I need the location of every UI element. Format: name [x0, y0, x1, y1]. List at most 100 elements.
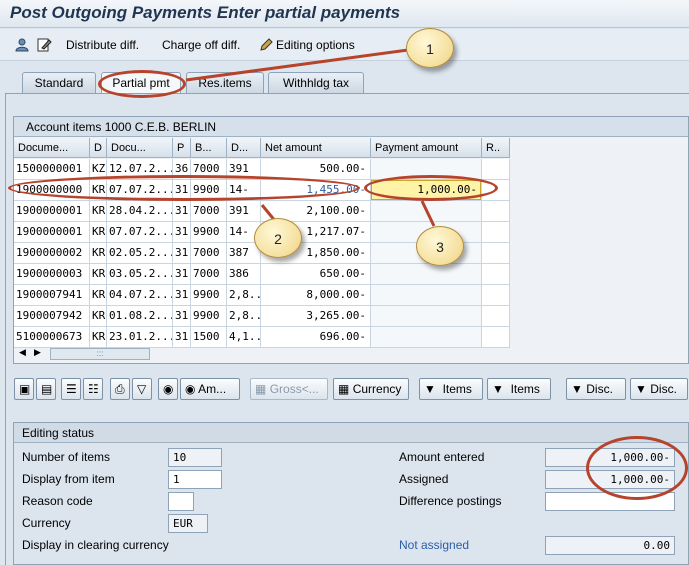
reason-code-label: Reason code: [22, 494, 93, 508]
document-cell: 1900007942: [14, 306, 90, 327]
tab-withhldg-tax[interactable]: Withhldg tax: [268, 72, 364, 94]
items-deselect-label: Items: [510, 382, 540, 396]
posting-key-cell: 31: [173, 222, 191, 243]
deselect-icon: ▤: [41, 382, 53, 396]
reason-cell: [482, 159, 510, 180]
scroll-thumb[interactable]: :::: [50, 348, 150, 360]
document-cell: 1900000001: [14, 201, 90, 222]
col-header-payment-amount[interactable]: Payment amount: [371, 138, 482, 158]
funnel-icon: ▼: [571, 382, 583, 396]
amount-sort-label: Am...: [198, 382, 227, 396]
callout-1: 1: [406, 28, 454, 68]
doc-date-cell: 03.05.2...: [107, 264, 173, 285]
deselect-all-button[interactable]: ▤: [36, 378, 56, 400]
binoculars-icon: ◉: [163, 382, 174, 396]
col-header-business-area[interactable]: B...: [191, 138, 227, 158]
doc-date-cell: 07.07.2...: [107, 222, 173, 243]
items-deselect-button[interactable]: ▼ Items: [487, 378, 551, 400]
currency-button[interactable]: ▦ Currency: [333, 378, 409, 400]
table-row[interactable]: 1900007942KR01.08.2...3199002,8...3,265.…: [14, 306, 510, 327]
assigned-label: Assigned: [399, 472, 449, 486]
posting-key-cell: 31: [173, 285, 191, 306]
document-cell: 1900000003: [14, 264, 90, 285]
amount-entered-label: Amount entered: [399, 450, 485, 464]
col-header-document[interactable]: Docume...: [14, 138, 90, 158]
gross-button[interactable]: ▦ Gross<...: [250, 378, 328, 400]
payment-amount-cell[interactable]: [371, 264, 482, 285]
reason-cell: [482, 306, 510, 327]
table-row[interactable]: 1900000003 KR 03.05.2... 31 7000 386 650.00-: [14, 264, 510, 285]
annotation-oval-amount-fields: [586, 436, 688, 500]
col-header-doc-date[interactable]: Docu...: [107, 138, 173, 158]
currency-field: EUR: [168, 514, 208, 533]
reason-cell: [482, 243, 510, 264]
reason-cell: [482, 327, 510, 348]
business-area-cell: 7000: [191, 201, 227, 222]
days-cell: 4,1...: [227, 327, 261, 348]
net-amount-cell: 696.00-: [261, 327, 371, 348]
currency-label: Currency: [22, 516, 71, 530]
items-select-button[interactable]: ▼ Items: [419, 378, 483, 400]
horizontal-scrollbar[interactable]: ◀ ▶ :::: [14, 347, 164, 361]
display-from-item-input[interactable]: 1: [168, 470, 222, 489]
title-bar: Post Outgoing Payments Enter partial pay…: [0, 0, 689, 28]
col-header-reason[interactable]: R..: [482, 138, 510, 158]
amount-sort-button[interactable]: ◉ Am...: [180, 378, 240, 400]
table-row[interactable]: 5100000673KR23.01.2...3115004,1...696.00…: [14, 327, 510, 348]
tab-res-items[interactable]: Res.items: [186, 72, 264, 94]
tab-standard[interactable]: Standard: [22, 72, 96, 94]
disc-select-label: Disc.: [586, 382, 613, 396]
days-cell: 2,8...: [227, 306, 261, 327]
pencil-icon: [260, 38, 273, 51]
doc-date-cell: 04.07.2...: [107, 285, 173, 306]
payment-amount-cell[interactable]: [371, 201, 482, 222]
payment-amount-cell[interactable]: [371, 327, 482, 348]
business-area-cell: 9900: [191, 306, 227, 327]
col-header-net-amount[interactable]: Net amount: [261, 138, 371, 158]
select-all-button[interactable]: ▣: [14, 378, 34, 400]
distribute-diff-button[interactable]: Distribute diff.: [66, 38, 139, 52]
annotation-oval-selected-row: [8, 175, 360, 201]
page-title: Post Outgoing Payments Enter partial pay…: [10, 3, 401, 22]
reason-code-input[interactable]: [168, 492, 194, 511]
grid-header: Docume... D Docu... P B... D... Net amou…: [14, 138, 510, 158]
filter-button[interactable]: ▽: [132, 378, 152, 400]
business-area-cell: 1500: [191, 327, 227, 348]
document-cell: 1900007941: [14, 285, 90, 306]
charge-off-diff-button[interactable]: Charge off diff.: [162, 38, 240, 52]
callout-3: 3: [416, 226, 464, 266]
payment-amount-cell[interactable]: [371, 306, 482, 327]
doc-type-cell: KR: [90, 306, 107, 327]
scroll-left-icon[interactable]: ◀: [19, 347, 26, 358]
col-header-doc-type[interactable]: D: [90, 138, 107, 158]
document-cell: 1900000002: [14, 243, 90, 264]
table-row[interactable]: 1900007941KR04.07.2...3199002,8...8,000.…: [14, 285, 510, 306]
find-button[interactable]: ◉: [158, 378, 178, 400]
disc-deselect-button[interactable]: ▼ Disc.: [630, 378, 688, 400]
funnel-icon: ▼: [424, 382, 436, 396]
days-cell: 386: [227, 264, 261, 285]
disc-select-button[interactable]: ▼ Disc.: [566, 378, 626, 400]
application-toolbar: Distribute diff. Charge off diff. Editin…: [0, 29, 689, 61]
document-cell: 1900000001: [14, 222, 90, 243]
document-cell: 5100000673: [14, 327, 90, 348]
select-all-icon: ▣: [19, 382, 31, 396]
payment-amount-cell[interactable]: [371, 285, 482, 306]
items-select-label: Items: [442, 382, 472, 396]
activate-items-button[interactable]: ☰: [61, 378, 81, 400]
editing-status-panel: Editing status Number of items 10 Displa…: [13, 422, 689, 565]
posting-key-cell: 31: [173, 201, 191, 222]
posting-key-cell: 31: [173, 306, 191, 327]
table-row[interactable]: 1900000001 KR 28.04.2... 31 7000 391 2,100.00-: [14, 201, 510, 222]
currency-label: Currency: [352, 382, 402, 396]
editing-options-button[interactable]: Editing options: [276, 38, 355, 52]
posting-key-cell: 31: [173, 264, 191, 285]
person-list-icon[interactable]: [14, 37, 30, 53]
col-header-days[interactable]: D...: [227, 138, 261, 158]
col-header-posting-key[interactable]: P: [173, 138, 191, 158]
days-cell: 391: [227, 201, 261, 222]
edit-document-icon[interactable]: [36, 37, 52, 53]
scroll-right-icon[interactable]: ▶: [34, 347, 41, 358]
print-button[interactable]: ⎙: [110, 378, 130, 400]
deactivate-items-button[interactable]: ☷: [83, 378, 103, 400]
